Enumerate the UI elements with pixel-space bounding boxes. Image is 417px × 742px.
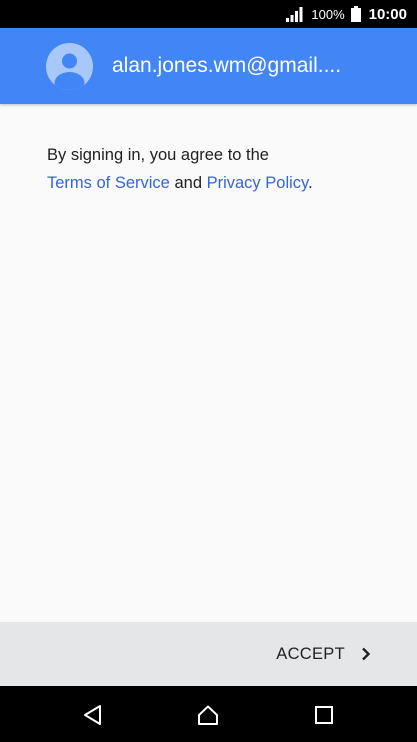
clock: 10:00 <box>368 5 407 23</box>
consent-prefix: By signing in, you agree to the <box>47 146 269 164</box>
default-avatar-icon <box>46 42 93 90</box>
account-header: alan.jones.wm@gmail.... <box>0 28 417 104</box>
signal-icon <box>286 6 303 22</box>
consent-conjunction: and <box>174 174 202 192</box>
account-email: alan.jones.wm@gmail.... <box>112 54 342 77</box>
battery-icon <box>350 6 361 22</box>
consent-text: By signing in, you agree to the Terms of… <box>47 141 387 197</box>
privacy-policy-link[interactable]: Privacy Policy <box>207 174 308 192</box>
avatar <box>46 42 93 90</box>
status-bar: 100% 10:00 <box>0 0 417 28</box>
footer-bar: ACCEPT <box>0 622 417 686</box>
recents-icon[interactable] <box>313 704 335 726</box>
consent-suffix: . <box>308 174 313 192</box>
chevron-right-icon <box>362 647 371 661</box>
terms-of-service-link[interactable]: Terms of Service <box>47 174 170 192</box>
back-icon[interactable] <box>82 704 104 726</box>
accept-button[interactable]: ACCEPT <box>276 645 371 664</box>
screen: 100% 10:00 alan.jones.wm@gmail.... By si… <box>0 0 417 742</box>
battery-percent: 100% <box>311 6 345 22</box>
navigation-bar <box>0 686 417 742</box>
accept-label: ACCEPT <box>276 644 345 663</box>
home-icon[interactable] <box>197 704 219 726</box>
